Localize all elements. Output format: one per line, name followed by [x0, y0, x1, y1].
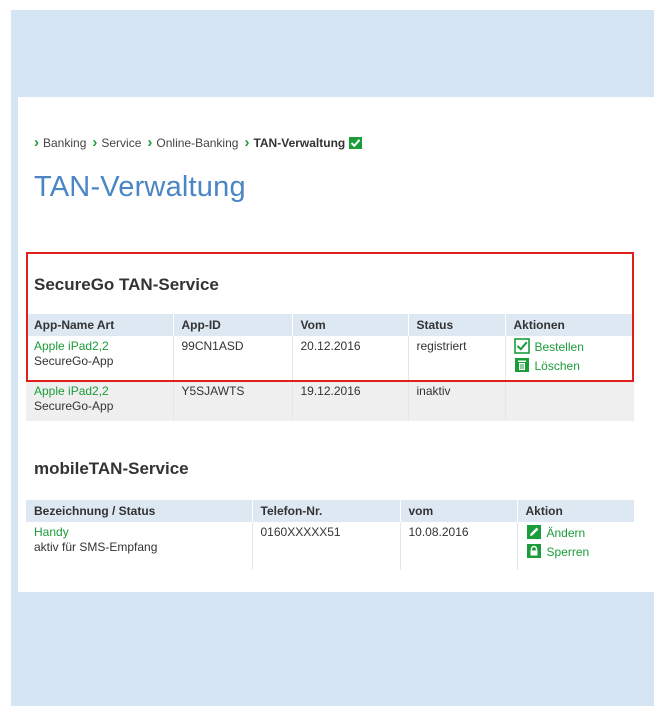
actions-cell: Bestellen Löschen	[505, 336, 634, 381]
pencil-icon	[526, 524, 542, 544]
app-name-link[interactable]: Apple iPad2,2	[34, 339, 109, 353]
actions-cell	[505, 381, 634, 421]
app-name-cell: Apple iPad2,2 SecureGo-App	[26, 336, 174, 381]
aendern-label: Ändern	[546, 526, 586, 540]
chevron-right-icon: ›	[34, 134, 39, 151]
securego-section-title: SecureGo TAN-Service	[34, 275, 219, 294]
column-header-aktion: Aktion	[517, 500, 634, 522]
date-cell: 10.08.2016	[400, 522, 518, 570]
mobiletan-section-title: mobileTAN-Service	[34, 459, 189, 478]
checkbox-icon	[513, 337, 530, 358]
column-header-app-name: App-Name Art	[26, 314, 174, 336]
breadcrumb-banking[interactable]: Banking	[43, 136, 86, 150]
loeschen-label: Löschen	[534, 359, 580, 373]
table-row: Apple iPad2,2 SecureGo-App 99CN1ASD 20.1…	[26, 336, 634, 381]
breadcrumb-current: TAN-Verwaltung	[253, 136, 346, 150]
column-header-status: Status	[408, 314, 506, 336]
status-cell: inaktiv	[408, 381, 506, 421]
chevron-right-icon: ›	[147, 134, 153, 151]
app-name-cell: Apple iPad2,2 SecureGo-App	[26, 381, 174, 421]
main-panel: › Banking › Service › Online-Banking › T…	[18, 97, 658, 592]
status-cell: registriert	[408, 336, 506, 381]
table-row: Handy aktiv für SMS-Empfang 0160XXXXX51 …	[26, 522, 634, 570]
app-type: SecureGo-App	[34, 354, 114, 368]
device-cell: Handy aktiv für SMS-Empfang	[26, 522, 253, 570]
breadcrumb: › Banking › Service › Online-Banking › T…	[34, 134, 363, 151]
column-header-telefon: Telefon-Nr.	[252, 500, 401, 522]
device-status: aktiv für SMS-Empfang	[34, 540, 158, 554]
phone-cell: 0160XXXXX51	[252, 522, 401, 570]
chevron-right-icon: ›	[244, 134, 250, 151]
lock-icon	[526, 543, 542, 563]
aendern-button[interactable]: Ändern	[526, 524, 629, 543]
column-header-aktionen: Aktionen	[505, 314, 634, 336]
column-header-bezeichnung: Bezeichnung / Status	[26, 500, 253, 522]
trash-icon	[514, 357, 530, 377]
table-header-row: Bezeichnung / Status Telefon-Nr. vom Akt…	[26, 500, 634, 522]
loeschen-button[interactable]: Löschen	[514, 357, 629, 376]
bestellen-button[interactable]: Bestellen	[513, 337, 629, 358]
column-header-app-id: App-ID	[173, 314, 293, 336]
checkmark-icon	[349, 137, 363, 149]
app-id-cell: Y5SJAWTS	[173, 381, 293, 421]
column-header-vom: Vom	[292, 314, 409, 336]
device-name-link[interactable]: Handy	[34, 525, 69, 539]
sperren-button[interactable]: Sperren	[526, 543, 629, 562]
breadcrumb-service[interactable]: Service	[101, 136, 141, 150]
date-cell: 19.12.2016	[292, 381, 409, 421]
table-header-row: App-Name Art App-ID Vom Status Aktionen	[26, 314, 634, 336]
date-cell: 20.12.2016	[292, 336, 409, 381]
chevron-right-icon: ›	[92, 134, 98, 151]
column-header-vom: vom	[400, 500, 518, 522]
sperren-label: Sperren	[546, 545, 590, 559]
page-title: TAN-Verwaltung	[34, 171, 246, 203]
bestellen-label: Bestellen	[534, 340, 584, 354]
mobiletan-table: Bezeichnung / Status Telefon-Nr. vom Akt…	[26, 500, 634, 570]
app-name-link[interactable]: Apple iPad2,2	[34, 384, 109, 398]
app-type: SecureGo-App	[34, 399, 114, 413]
app-id-cell: 99CN1ASD	[173, 336, 293, 381]
actions-cell: Ändern Sperren	[517, 522, 634, 570]
breadcrumb-online-banking[interactable]: Online-Banking	[156, 136, 238, 150]
securego-table: App-Name Art App-ID Vom Status Aktionen …	[26, 314, 634, 421]
table-row: Apple iPad2,2 SecureGo-App Y5SJAWTS 19.1…	[26, 381, 634, 421]
